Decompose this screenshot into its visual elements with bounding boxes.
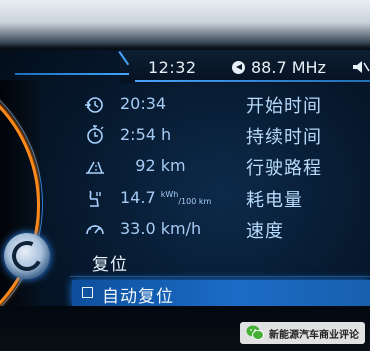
auto-reset-option[interactable]: 自动复位 bbox=[72, 280, 370, 307]
speed-label: 速度 bbox=[246, 221, 284, 242]
auto-reset-label: 自动复位 bbox=[102, 287, 174, 307]
speedometer-icon bbox=[84, 219, 106, 239]
idrive-screen: 12:32 88.7 MHz 20:34 开始时间 2:54 h 持续时间 92… bbox=[0, 0, 370, 351]
reset-menu-item[interactable]: 复位 bbox=[92, 250, 128, 275]
start-time-label: 开始时间 bbox=[246, 96, 322, 117]
start-time-icon bbox=[84, 94, 106, 114]
stopwatch-icon bbox=[84, 125, 106, 145]
header-divider bbox=[15, 73, 129, 75]
wechat-logo-icon bbox=[246, 325, 264, 341]
watermark-text: 新能源汽车商业评论 bbox=[269, 329, 359, 341]
watermark: 新能源汽车商业评论 bbox=[240, 322, 365, 344]
trip-row-speed: 33.0 km/h 速度 bbox=[84, 215, 354, 243]
auto-reset-checkbox[interactable] bbox=[82, 287, 93, 298]
distance-value: 92 km bbox=[135, 156, 186, 175]
road-distance-icon bbox=[84, 156, 106, 176]
radio-play-icon bbox=[232, 61, 245, 74]
speed-value: 33.0 km/h bbox=[120, 219, 202, 238]
menu-divider bbox=[70, 276, 370, 277]
trip-row-distance: 92 km 行驶路程 bbox=[84, 152, 354, 180]
duration-label: 持续时间 bbox=[246, 127, 322, 148]
screen-bezel bbox=[0, 0, 370, 50]
radio-frequency: 88.7 MHz bbox=[251, 58, 326, 77]
start-time-value: 20:34 bbox=[120, 94, 167, 113]
trip-row-duration: 2:54 h 持续时间 bbox=[84, 121, 354, 149]
consumption-value: 14.7 kWh/100 km bbox=[120, 188, 212, 207]
radio-station[interactable]: 88.7 MHz bbox=[232, 58, 326, 77]
clock-time: 12:32 bbox=[148, 58, 197, 77]
trip-row-start-time: 20:34 开始时间 bbox=[84, 90, 354, 118]
trip-row-consumption: 14.7 kWh/100 km 耗电量 bbox=[84, 184, 354, 212]
duration-value: 2:54 h bbox=[120, 125, 172, 144]
charging-icon bbox=[84, 188, 106, 208]
header-divider-right bbox=[135, 80, 370, 82]
distance-label: 行驶路程 bbox=[246, 158, 322, 179]
mute-icon bbox=[352, 60, 370, 74]
consumption-label: 耗电量 bbox=[246, 190, 303, 211]
